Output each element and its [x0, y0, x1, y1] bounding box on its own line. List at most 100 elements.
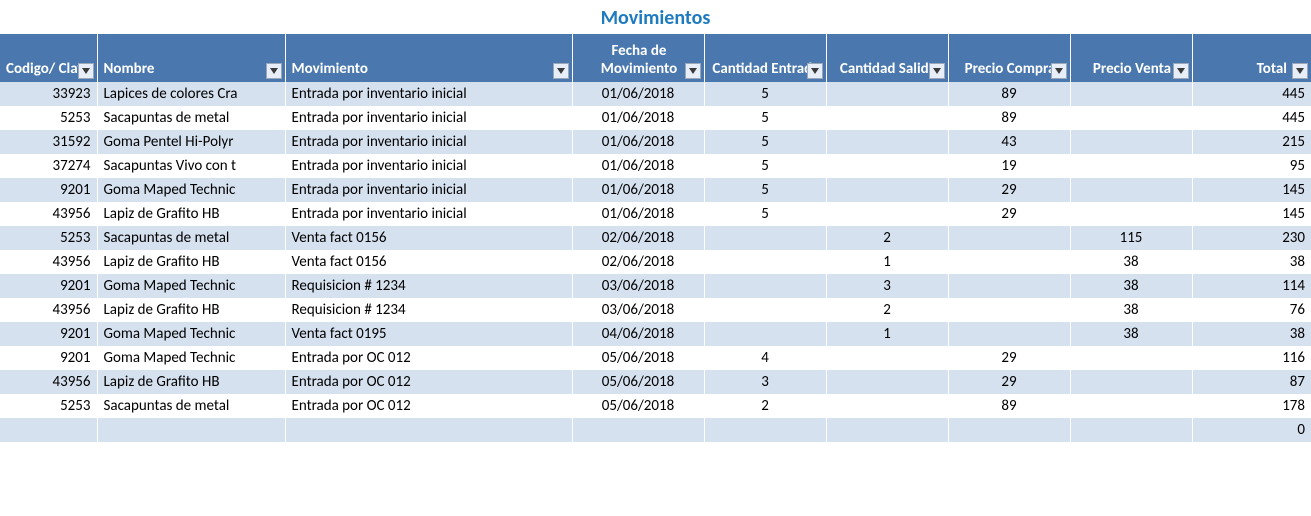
cell-nombre	[97, 418, 285, 442]
cell-precio-venta	[1070, 346, 1192, 370]
header-total-label: Total	[1199, 60, 1308, 80]
cell-fecha: 01/06/2018	[572, 178, 704, 202]
cell-codigo: 5253	[0, 226, 97, 250]
header-total: Total	[1192, 34, 1311, 82]
filter-button-salida[interactable]	[929, 63, 945, 79]
filter-button-precio-compra[interactable]	[1051, 63, 1067, 79]
cell-fecha: 02/06/2018	[572, 226, 704, 250]
header-fecha-label: Fecha de Movimiento	[579, 42, 700, 80]
filter-button-codigo[interactable]	[78, 63, 94, 79]
cell-entrada: 5	[704, 178, 826, 202]
cell-precio-venta: 38	[1070, 250, 1192, 274]
cell-entrada: 5	[704, 82, 826, 106]
movements-table: Codigo/ Clave Nombre Movimiento Fecha de…	[0, 34, 1311, 442]
header-codigo: Codigo/ Clave	[0, 34, 97, 82]
cell-precio-compra	[948, 250, 1070, 274]
filter-button-nombre[interactable]	[266, 63, 282, 79]
cell-entrada	[704, 250, 826, 274]
cell-total: 230	[1192, 226, 1311, 250]
cell-movimiento: Entrada por OC 012	[285, 346, 572, 370]
cell-salida	[826, 178, 948, 202]
cell-total: 114	[1192, 274, 1311, 298]
cell-salida	[826, 394, 948, 418]
cell-precio-venta: 38	[1070, 298, 1192, 322]
filter-button-fecha[interactable]	[685, 63, 701, 79]
table-row[interactable]: 43956Lapiz de Grafito HBEntrada por inve…	[0, 202, 1311, 226]
cell-codigo: 43956	[0, 202, 97, 226]
cell-precio-venta	[1070, 418, 1192, 442]
table-row[interactable]: 5253Sacapuntas de metalVenta fact 015602…	[0, 226, 1311, 250]
table-row[interactable]: 43956Lapiz de Grafito HBVenta fact 01560…	[0, 250, 1311, 274]
cell-nombre: Goma Maped Technic	[97, 178, 285, 202]
table-row[interactable]: 43956Lapiz de Grafito HBRequisicion # 12…	[0, 298, 1311, 322]
header-precio-compra: Precio Compra	[948, 34, 1070, 82]
cell-codigo: 33923	[0, 82, 97, 106]
cell-nombre: Goma Maped Technic	[97, 274, 285, 298]
cell-total: 0	[1192, 418, 1311, 442]
table-row[interactable]: 33923Lapices de colores CraEntrada por i…	[0, 82, 1311, 106]
filter-button-entrada[interactable]	[807, 63, 823, 79]
cell-entrada: 3	[704, 370, 826, 394]
cell-precio-compra	[948, 274, 1070, 298]
cell-total: 145	[1192, 202, 1311, 226]
filter-button-precio-venta[interactable]	[1173, 63, 1189, 79]
cell-fecha: 01/06/2018	[572, 106, 704, 130]
cell-precio-compra: 29	[948, 346, 1070, 370]
cell-precio-venta	[1070, 130, 1192, 154]
cell-entrada	[704, 418, 826, 442]
cell-entrada: 5	[704, 154, 826, 178]
table-row[interactable]: 9201Goma Maped TechnicRequisicion # 1234…	[0, 274, 1311, 298]
cell-movimiento: Entrada por inventario inicial	[285, 106, 572, 130]
cell-codigo: 43956	[0, 298, 97, 322]
cell-precio-venta	[1070, 178, 1192, 202]
page-title: Movimientos	[0, 0, 1311, 34]
header-movimiento-label: Movimiento	[292, 60, 568, 80]
table-row[interactable]: 43956Lapiz de Grafito HBEntrada por OC 0…	[0, 370, 1311, 394]
header-fecha: Fecha de Movimiento	[572, 34, 704, 82]
cell-fecha: 01/06/2018	[572, 202, 704, 226]
cell-total: 215	[1192, 130, 1311, 154]
table-row[interactable]: 5253Sacapuntas de metalEntrada por OC 01…	[0, 394, 1311, 418]
table-row[interactable]: 5253Sacapuntas de metalEntrada por inven…	[0, 106, 1311, 130]
cell-precio-venta	[1070, 82, 1192, 106]
cell-nombre: Goma Maped Technic	[97, 322, 285, 346]
cell-total: 445	[1192, 106, 1311, 130]
table-row[interactable]: 9201Goma Maped TechnicVenta fact 019504/…	[0, 322, 1311, 346]
cell-codigo: 43956	[0, 370, 97, 394]
cell-precio-venta	[1070, 202, 1192, 226]
cell-fecha: 01/06/2018	[572, 154, 704, 178]
cell-codigo: 9201	[0, 274, 97, 298]
cell-nombre: Lapiz de Grafito HB	[97, 298, 285, 322]
header-precio-venta-label: Precio Venta	[1077, 60, 1188, 80]
table-row[interactable]: 31592Goma Pentel Hi-PolyrEntrada por inv…	[0, 130, 1311, 154]
cell-total: 445	[1192, 82, 1311, 106]
cell-movimiento: Requisicion # 1234	[285, 274, 572, 298]
cell-fecha: 04/06/2018	[572, 322, 704, 346]
cell-movimiento: Entrada por OC 012	[285, 394, 572, 418]
cell-precio-compra	[948, 298, 1070, 322]
cell-movimiento	[285, 418, 572, 442]
cell-entrada: 4	[704, 346, 826, 370]
cell-salida	[826, 130, 948, 154]
cell-precio-compra: 19	[948, 154, 1070, 178]
filter-button-total[interactable]	[1292, 63, 1308, 79]
filter-button-movimiento[interactable]	[553, 63, 569, 79]
cell-movimiento: Venta fact 0195	[285, 322, 572, 346]
cell-nombre: Sacapuntas de metal	[97, 226, 285, 250]
cell-fecha: 01/06/2018	[572, 82, 704, 106]
cell-codigo: 37274	[0, 154, 97, 178]
cell-precio-compra: 29	[948, 202, 1070, 226]
cell-entrada: 5	[704, 106, 826, 130]
table-row[interactable]: 0	[0, 418, 1311, 442]
cell-codigo: 5253	[0, 394, 97, 418]
cell-total: 38	[1192, 322, 1311, 346]
table-row[interactable]: 9201Goma Maped TechnicEntrada por OC 012…	[0, 346, 1311, 370]
header-entrada: Cantidad Entrada	[704, 34, 826, 82]
cell-entrada: 5	[704, 130, 826, 154]
table-row[interactable]: 9201Goma Maped TechnicEntrada por invent…	[0, 178, 1311, 202]
table-row[interactable]: 37274Sacapuntas Vivo con tEntrada por in…	[0, 154, 1311, 178]
cell-nombre: Sacapuntas de metal	[97, 394, 285, 418]
cell-precio-compra	[948, 418, 1070, 442]
cell-salida: 3	[826, 274, 948, 298]
cell-fecha: 05/06/2018	[572, 394, 704, 418]
